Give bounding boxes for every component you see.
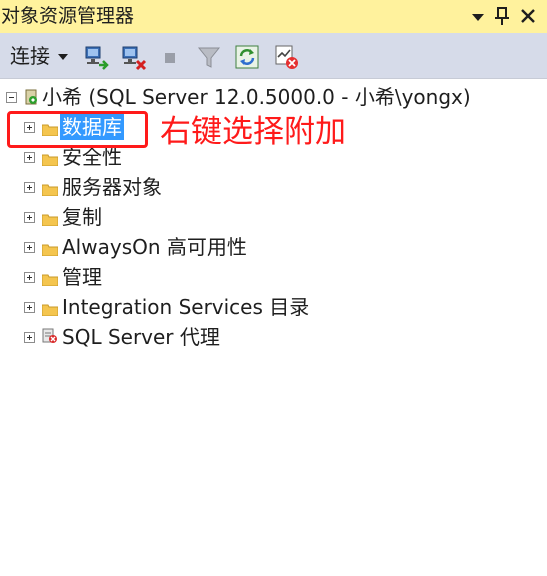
- expand-toggle-icon[interactable]: [24, 302, 35, 313]
- tree-item-label: 管理: [62, 265, 102, 289]
- disconnect-icon[interactable]: [119, 43, 147, 71]
- panel-titlebar: 对象资源管理器: [0, 0, 547, 33]
- tree-item-label: 服务器对象: [62, 175, 162, 199]
- folder-icon: [41, 151, 59, 167]
- expand-toggle-icon[interactable]: [24, 182, 35, 193]
- filter-icon[interactable]: [195, 43, 223, 71]
- activity-monitor-icon[interactable]: [272, 43, 300, 71]
- folder-icon: [41, 211, 59, 227]
- expand-toggle-icon[interactable]: [24, 272, 35, 283]
- pin-icon[interactable]: [492, 4, 512, 28]
- close-icon[interactable]: [518, 4, 538, 28]
- expand-toggle-icon[interactable]: [24, 332, 35, 343]
- sql-agent-icon: [42, 328, 58, 348]
- folder-icon: [41, 271, 59, 287]
- refresh-icon[interactable]: [233, 43, 261, 71]
- panel-title: 对象资源管理器: [1, 5, 135, 27]
- tree-item-alwayson[interactable]: AlwaysOn 高可用性: [0, 232, 547, 262]
- tree-item-label: 复制: [62, 205, 102, 229]
- folder-icon: [41, 181, 59, 197]
- expand-toggle-icon[interactable]: [24, 242, 35, 253]
- tree-item-replication[interactable]: 复制: [0, 202, 547, 232]
- folder-icon: [41, 241, 59, 257]
- object-explorer-tree: 小希 (SQL Server 12.0.5000.0 - 小希\yongx) 数…: [0, 78, 547, 576]
- tree-item-label: SQL Server 代理: [62, 325, 220, 349]
- connect-object-explorer-icon[interactable]: [82, 43, 110, 71]
- tree-item-integration-services[interactable]: Integration Services 目录: [0, 292, 547, 322]
- object-explorer-toolbar: 连接: [0, 33, 547, 79]
- expand-toggle-icon[interactable]: [24, 152, 35, 163]
- chevron-down-icon[interactable]: [58, 54, 68, 60]
- tree-item-sql-agent[interactable]: SQL Server 代理: [0, 322, 547, 352]
- tree-server-node[interactable]: 小希 (SQL Server 12.0.5000.0 - 小希\yongx): [0, 82, 547, 112]
- tree-item-management[interactable]: 管理: [0, 262, 547, 292]
- collapse-toggle-icon[interactable]: [6, 92, 17, 103]
- stop-icon[interactable]: [157, 43, 185, 71]
- folder-icon: [41, 301, 59, 317]
- annotation-highlight-box: [7, 111, 148, 148]
- server-label: 小希 (SQL Server 12.0.5000.0 - 小希\yongx): [42, 85, 471, 109]
- tree-item-server-objects[interactable]: 服务器对象: [0, 172, 547, 202]
- tree-item-label: AlwaysOn 高可用性: [62, 235, 247, 259]
- server-icon: [24, 88, 38, 110]
- dropdown-arrow-icon[interactable]: [468, 4, 488, 28]
- connect-dropdown-button[interactable]: 连接: [10, 43, 50, 69]
- expand-toggle-icon[interactable]: [24, 212, 35, 223]
- tree-item-label: Integration Services 目录: [62, 295, 310, 319]
- annotation-text: 右键选择附加: [160, 114, 346, 150]
